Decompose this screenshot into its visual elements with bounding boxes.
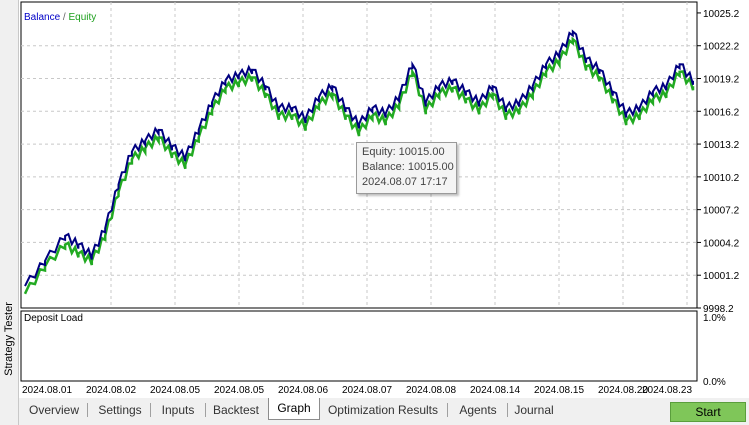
strategy-tester-title: Strategy Tester xyxy=(3,302,15,376)
deposit-load-label: Deposit Load xyxy=(24,313,83,324)
chart-legend: Balance / Equity xyxy=(24,12,96,23)
tab-graph[interactable]: Graph xyxy=(268,398,320,420)
x-tick-label: 2024.08.08 xyxy=(406,385,456,396)
tab-divider xyxy=(447,403,448,417)
y-tick-label: 10022.2 xyxy=(703,42,740,53)
y-tick-label: 10001.2 xyxy=(703,271,740,282)
tab-divider xyxy=(205,403,206,417)
deposit-load-panel xyxy=(20,310,698,382)
tab-settings[interactable]: Settings xyxy=(91,400,149,420)
y-tick-label: 10019.2 xyxy=(703,75,740,86)
x-tick-label: 2024.08.07 xyxy=(342,385,392,396)
x-tick-label: 2024.08.02 xyxy=(86,385,136,396)
tooltip-equity: Equity: 10015.00 xyxy=(362,146,445,158)
x-tick-label: 2024.08.05 xyxy=(214,385,264,396)
x-tick-label: 2024.08.20 xyxy=(598,385,648,396)
tooltip-balance: Balance: 10015.00 xyxy=(362,161,454,173)
y-tick-label: 10013.2 xyxy=(703,140,740,151)
x-tick-label: 2024.08.06 xyxy=(278,385,328,396)
y-tick-label: 10004.2 xyxy=(703,238,740,249)
side-panel: Strategy Tester xyxy=(0,0,19,425)
tab-journal[interactable]: Journal xyxy=(509,400,559,420)
x-tick-label: 2024.08.14 xyxy=(470,385,520,396)
start-button[interactable]: Start xyxy=(670,402,746,422)
legend-equity: Equity xyxy=(68,12,97,23)
tester-tabs: Overview Settings Inputs Backtest Graph … xyxy=(19,398,749,425)
tab-inputs[interactable]: Inputs xyxy=(153,400,203,420)
deposit-load-min-label: 0.0% xyxy=(703,377,726,388)
chart-tooltip: Equity: 10015.00 Balance: 10015.00 2024.… xyxy=(356,142,457,194)
tab-optimization-results[interactable]: Optimization Results xyxy=(323,400,443,420)
tab-divider xyxy=(87,403,88,417)
tab-backtest[interactable]: Backtest xyxy=(207,400,265,420)
tab-divider xyxy=(507,403,508,417)
legend-balance: Balance xyxy=(24,12,61,23)
chart-area[interactable]: 10025.2 10022.2 10019.2 10016.2 10013.2 10010… xyxy=(19,0,749,398)
tab-overview[interactable]: Overview xyxy=(23,400,85,420)
tooltip-time: 2024.08.07 17:17 xyxy=(362,176,448,188)
deposit-load-max-label: 1.0% xyxy=(703,313,726,324)
y-tick-label: 10007.2 xyxy=(703,206,740,217)
y-tick-label: 10016.2 xyxy=(703,107,740,118)
balance-equity-chart[interactable]: 10025.2 10022.2 10019.2 10016.2 10013.2 10010… xyxy=(19,0,749,398)
x-tick-label: 2024.08.01 xyxy=(22,385,72,396)
x-tick-label: 2024.08.05 xyxy=(150,385,200,396)
x-tick-label: 2024.08.23 xyxy=(642,385,692,396)
y-tick-label: 10025.2 xyxy=(703,9,740,20)
y-tick-label: 10010.2 xyxy=(703,173,740,184)
x-tick-label: 2024.08.15 xyxy=(534,385,584,396)
tab-divider xyxy=(150,403,151,417)
tab-agents[interactable]: Agents xyxy=(451,400,505,420)
